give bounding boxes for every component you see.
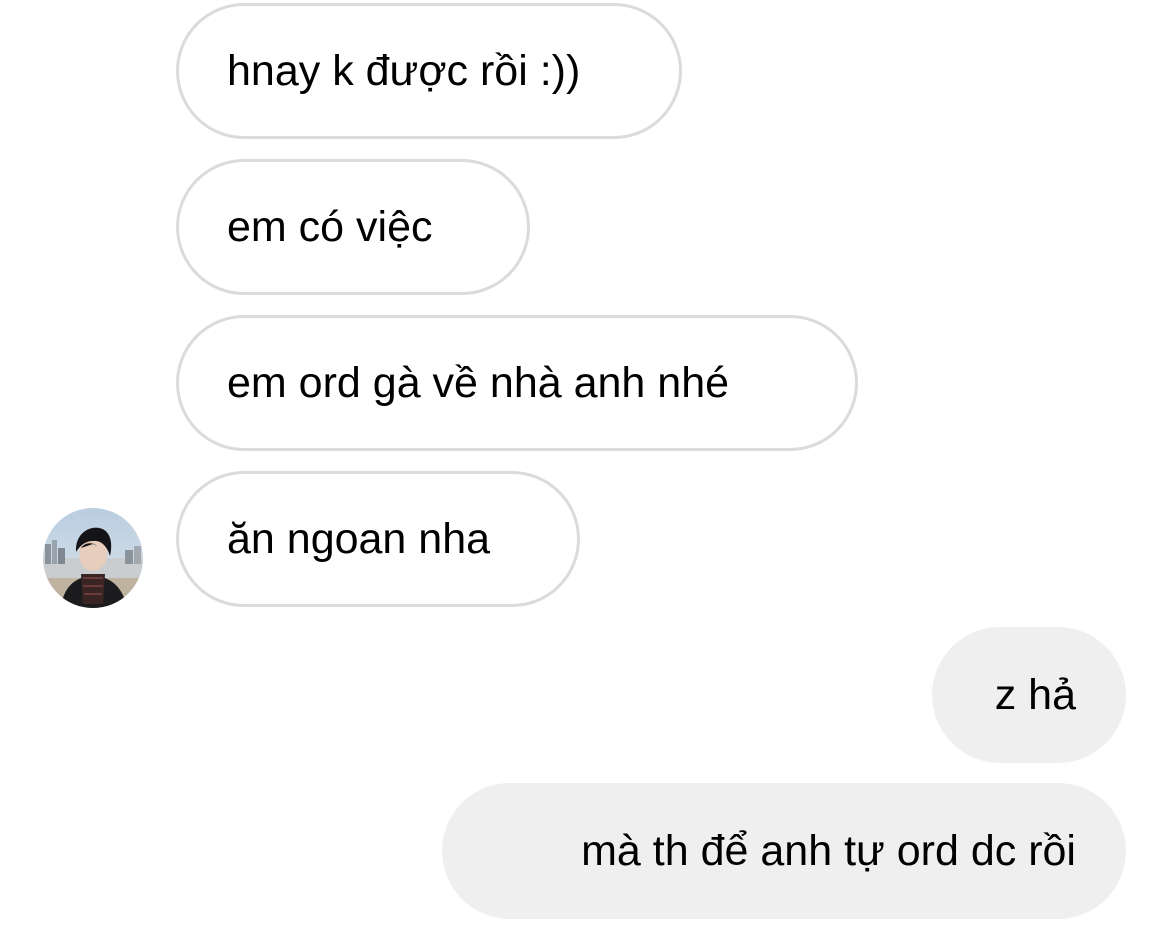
received-message-bubble[interactable]: hnay k được rồi :)) <box>176 3 682 139</box>
sent-message-bubble[interactable]: z hả <box>932 627 1126 763</box>
message-text: hnay k được rồi :)) <box>227 46 581 95</box>
message-text: ăn ngoan nha <box>227 514 491 563</box>
contact-avatar[interactable] <box>43 508 143 608</box>
message-text: z hả <box>994 670 1076 719</box>
received-message-bubble[interactable]: ăn ngoan nha <box>176 471 580 607</box>
message-text: em có việc <box>227 202 433 251</box>
avatar-photo-icon <box>43 508 143 608</box>
message-text: mà th để anh tự ord dc rồi <box>581 826 1076 875</box>
chat-thread: hnay k được rồi :)) em có việc em ord gà… <box>0 0 1170 929</box>
received-message-bubble[interactable]: em có việc <box>176 159 530 295</box>
received-message-bubble[interactable]: em ord gà về nhà anh nhé <box>176 315 858 451</box>
sent-message-bubble[interactable]: mà th để anh tự ord dc rồi <box>442 783 1126 919</box>
message-text: em ord gà về nhà anh nhé <box>227 358 730 407</box>
